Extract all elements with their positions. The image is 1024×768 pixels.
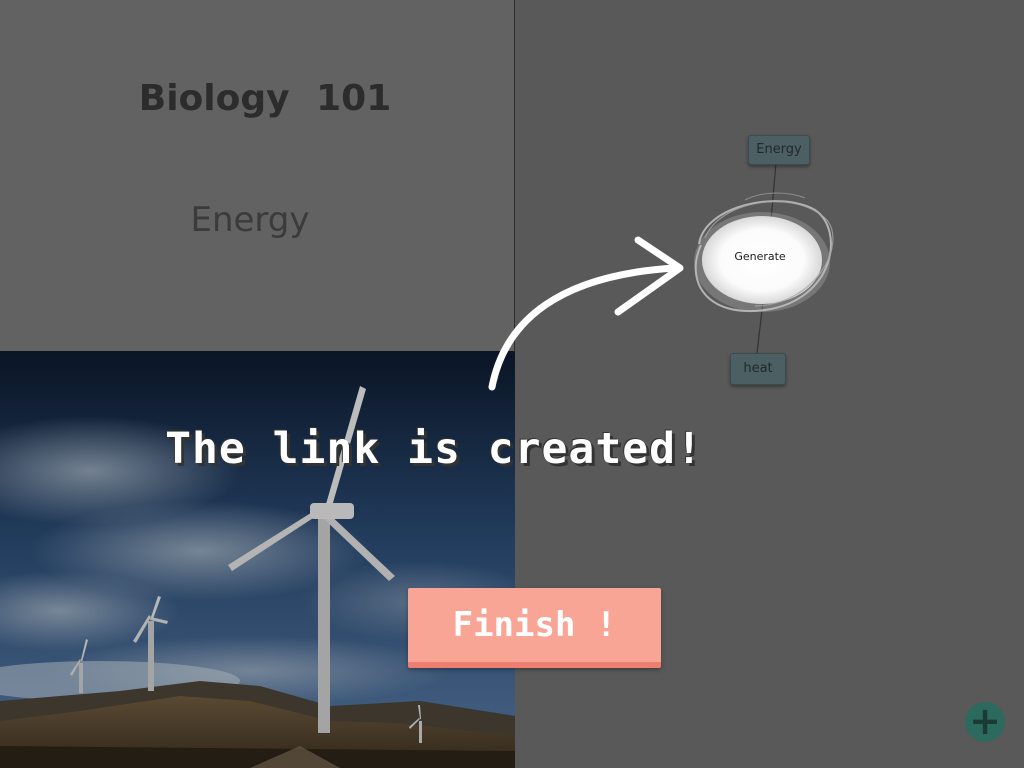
app-screen: Biology 101 Energy Energy Generate heat …	[0, 0, 1024, 768]
plus-icon: +	[969, 699, 1001, 743]
finish-button[interactable]: Finish !	[408, 588, 661, 668]
link-label-generate[interactable]: Generate	[720, 250, 800, 263]
course-title: Biology 101	[138, 78, 392, 119]
wind-turbines-image	[0, 351, 515, 768]
tutorial-message: The link is created!	[165, 424, 703, 474]
concept-node-heat[interactable]: heat	[730, 353, 786, 385]
wind-turbines-photo[interactable]	[0, 351, 515, 768]
topic-title[interactable]: Energy	[0, 200, 500, 240]
add-node-button[interactable]: +	[965, 702, 1005, 742]
concept-node-energy[interactable]: Energy	[748, 135, 810, 165]
